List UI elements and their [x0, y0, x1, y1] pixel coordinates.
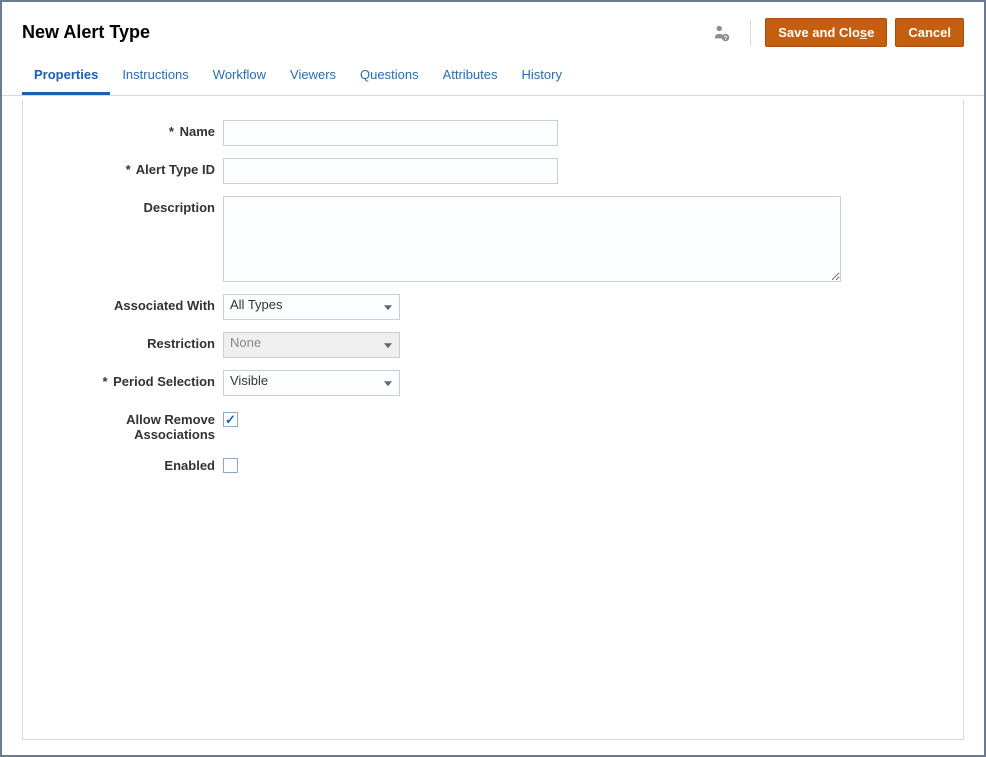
save-and-close-button[interactable]: Save and Close — [765, 18, 887, 47]
period-selection-select[interactable]: Visible — [223, 370, 400, 396]
row-description: Description — [43, 196, 943, 282]
tab-questions[interactable]: Questions — [348, 57, 431, 95]
cancel-button[interactable]: Cancel — [895, 18, 964, 47]
row-name: * Name — [43, 120, 943, 146]
required-marker: * — [126, 162, 131, 177]
label-enabled: Enabled — [43, 454, 223, 473]
restriction-select: None — [223, 332, 400, 358]
alert-type-id-input[interactable] — [223, 158, 558, 184]
divider — [750, 20, 751, 46]
associated-with-select-wrap: All Types — [223, 294, 400, 320]
properties-panel: * Name * Alert Type ID Description Assoc… — [22, 100, 964, 740]
label-allow-remove-associations: Allow Remove Associations — [43, 408, 223, 442]
tab-instructions[interactable]: Instructions — [110, 57, 200, 95]
row-period-selection: * Period Selection Visible — [43, 370, 943, 396]
label-name: * Name — [43, 120, 223, 139]
row-associated-with: Associated With All Types — [43, 294, 943, 320]
tab-properties[interactable]: Properties — [22, 57, 110, 95]
restriction-select-wrap: None — [223, 332, 400, 358]
period-selection-select-wrap: Visible — [223, 370, 400, 396]
tab-attributes[interactable]: Attributes — [431, 57, 510, 95]
tab-viewers[interactable]: Viewers — [278, 57, 348, 95]
tab-workflow[interactable]: Workflow — [201, 57, 278, 95]
required-marker: * — [102, 374, 107, 389]
description-textarea[interactable] — [223, 196, 841, 282]
row-alert-type-id: * Alert Type ID — [43, 158, 943, 184]
row-enabled: Enabled — [43, 454, 943, 473]
tab-bar: Properties Instructions Workflow Viewers… — [2, 57, 984, 96]
associated-with-select[interactable]: All Types — [223, 294, 400, 320]
label-associated-with: Associated With — [43, 294, 223, 313]
row-allow-remove-associations: Allow Remove Associations — [43, 408, 943, 442]
header-actions: ? Save and Close Cancel — [712, 18, 964, 47]
required-marker: * — [169, 124, 174, 139]
dialog-header: New Alert Type ? Save and Close Cancel — [2, 2, 984, 57]
label-restriction: Restriction — [43, 332, 223, 351]
name-input[interactable] — [223, 120, 558, 146]
enabled-checkbox[interactable] — [223, 458, 238, 473]
allow-remove-associations-checkbox[interactable] — [223, 412, 238, 427]
tab-history[interactable]: History — [510, 57, 574, 95]
label-period-selection: * Period Selection — [43, 370, 223, 389]
user-help-icon[interactable]: ? — [712, 24, 730, 42]
page-title: New Alert Type — [22, 22, 150, 43]
label-alert-type-id: * Alert Type ID — [43, 158, 223, 177]
label-description: Description — [43, 196, 223, 215]
svg-text:?: ? — [724, 35, 728, 42]
row-restriction: Restriction None — [43, 332, 943, 358]
